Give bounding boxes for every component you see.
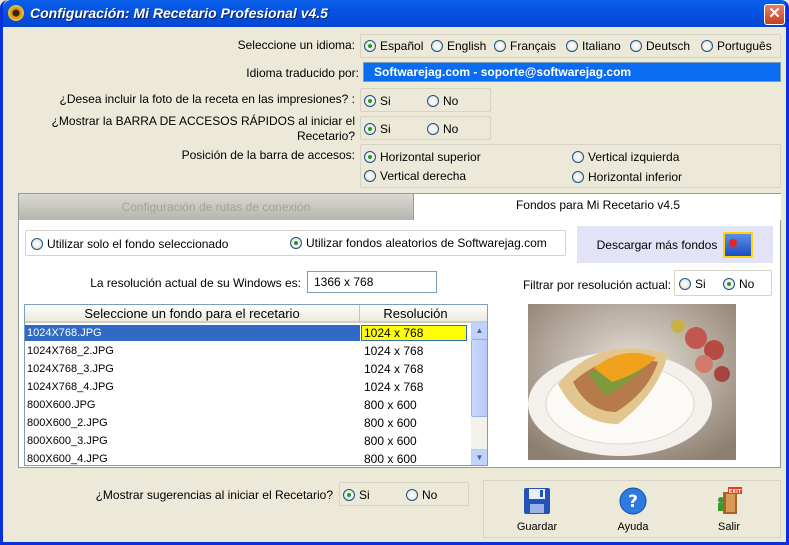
radio-hz-bottom-icon — [572, 171, 584, 183]
language-option-en[interactable]: English — [431, 39, 486, 53]
table-row[interactable]: 1024X768_2.JPG 1024 x 768 — [25, 342, 471, 360]
download-backgrounds-button[interactable]: Descargar más fondos — [577, 226, 773, 263]
suggestions-yes[interactable]: Si — [343, 488, 370, 502]
column-header-resolution[interactable]: Resolución — [360, 305, 471, 323]
resolution-label: La resolución actual de su Windows es: — [90, 276, 301, 290]
radio-quickbar-yes-icon — [364, 123, 376, 135]
app-sun-icon — [8, 5, 24, 21]
radio-en-icon — [431, 40, 443, 52]
quick-bar-label-line1: ¿Mostrar la BARRA DE ACCESOS RÁPIDOS al … — [51, 114, 355, 128]
floppy-disk-icon — [524, 488, 550, 514]
table-row[interactable]: 800X600_2.JPG 800 x 600 — [25, 414, 471, 432]
radio-filter-yes-icon — [679, 278, 691, 290]
help-button[interactable]: ? Ayuda — [601, 486, 665, 536]
radio-sugg-no-icon — [406, 489, 418, 501]
bar-position-vertical-right[interactable]: Vertical derecha — [364, 169, 466, 183]
filter-yes[interactable]: Si — [679, 277, 706, 291]
radio-photo-yes-icon — [364, 95, 376, 107]
radio-bg-random-icon — [290, 237, 302, 249]
suggestions-no[interactable]: No — [406, 488, 437, 502]
bar-position-horizontal-bottom[interactable]: Horizontal inferior — [572, 170, 682, 184]
table-row[interactable]: 1024X768.JPG 1024 x 768 — [25, 324, 471, 342]
svg-text:?: ? — [628, 492, 638, 512]
radio-fr-icon — [494, 40, 506, 52]
filter-no[interactable]: No — [723, 277, 754, 291]
scroll-down-icon[interactable]: ▼ — [471, 449, 487, 465]
quick-bar-no[interactable]: No — [427, 122, 458, 136]
language-option-fr[interactable]: Français — [494, 39, 556, 53]
bar-position-vertical-left[interactable]: Vertical izquierda — [572, 150, 679, 164]
table-row[interactable]: 800X600.JPG 800 x 600 — [25, 396, 471, 414]
radio-photo-no-icon — [427, 95, 439, 107]
radio-hz-top-icon — [364, 151, 376, 163]
radio-vt-right-icon — [364, 170, 376, 182]
save-label: Guardar — [516, 521, 558, 533]
translated-by-label: Idioma traducido por: — [246, 66, 359, 80]
help-label: Ayuda — [617, 521, 649, 533]
radio-sugg-yes-icon — [343, 489, 355, 501]
close-button[interactable]: ✕ — [764, 4, 785, 25]
column-header-name[interactable]: Seleccione un fondo para el recetario — [25, 305, 360, 323]
save-button[interactable]: Guardar — [505, 486, 569, 536]
background-preview-image — [528, 304, 736, 460]
radio-es-icon — [364, 40, 376, 52]
table-row[interactable]: 1024X768_4.JPG 1024 x 768 — [25, 378, 471, 396]
radio-it-icon — [566, 40, 578, 52]
language-label: Seleccione un idioma: — [237, 38, 355, 52]
column-header-spacer — [471, 305, 487, 323]
bg-mode-selected-only[interactable]: Utilizar solo el fondo seleccionado — [31, 237, 228, 251]
bg-mode-random[interactable]: Utilizar fondos aleatorios de Softwareja… — [290, 236, 547, 250]
tab-backgrounds[interactable]: Fondos para Mi Recetario v4.5 — [415, 194, 781, 220]
window-title: Configuración: Mi Recetario Profesional … — [30, 5, 328, 21]
quick-bar-label-line2: Recetario? — [296, 129, 355, 143]
translated-by-field: Softwarejag.com - soporte@softwarejag.co… — [363, 62, 781, 82]
download-backgrounds-icon — [723, 231, 754, 258]
radio-bg-selected-icon — [31, 238, 43, 250]
resolution-field[interactable]: 1366 x 768 — [307, 271, 437, 293]
download-backgrounds-label: Descargar más fondos — [596, 237, 718, 252]
exit-button[interactable]: EXIT Salir — [697, 486, 761, 536]
language-option-pt[interactable]: Português — [701, 39, 772, 53]
suggestions-label: ¿Mostrar sugerencias al iniciar el Recet… — [95, 488, 333, 502]
exit-label: Salir — [717, 521, 740, 533]
include-photo-label: ¿Desea incluir la foto de la receta en l… — [59, 92, 355, 106]
radio-pt-icon — [701, 40, 713, 52]
table-scrollbar[interactable]: ▲ ▼ — [471, 322, 487, 465]
language-option-es[interactable]: Español — [364, 39, 423, 53]
language-option-de[interactable]: Deutsch — [630, 39, 690, 53]
filter-label: Filtrar por resolución actual: — [522, 278, 671, 292]
help-question-icon: ? — [619, 487, 647, 515]
scroll-thumb[interactable] — [471, 339, 487, 417]
backgrounds-table[interactable]: Seleccione un fondo para el recetario Re… — [24, 304, 488, 466]
radio-quickbar-no-icon — [427, 123, 439, 135]
title-bar[interactable]: Configuración: Mi Recetario Profesional … — [3, 0, 786, 27]
radio-vt-left-icon — [572, 151, 584, 163]
svg-text:EXIT: EXIT — [729, 489, 742, 495]
include-photo-no[interactable]: No — [427, 94, 458, 108]
tab-connection-paths[interactable]: Configuración de rutas de conexión — [19, 194, 414, 220]
bar-position-horizontal-top[interactable]: Horizontal superior — [364, 150, 481, 164]
bar-position-label: Posición de la barra de accesos: — [181, 148, 355, 162]
language-option-it[interactable]: Italiano — [566, 39, 621, 53]
table-row[interactable]: 800X600_3.JPG 800 x 600 — [25, 432, 471, 450]
include-photo-yes[interactable]: Si — [364, 94, 391, 108]
radio-de-icon — [630, 40, 642, 52]
radio-filter-no-icon — [723, 278, 735, 290]
exit-door-icon: EXIT — [718, 487, 742, 514]
config-window: Configuración: Mi Recetario Profesional … — [0, 0, 789, 545]
scroll-up-icon[interactable]: ▲ — [471, 322, 487, 339]
table-row[interactable]: 1024X768_3.JPG 1024 x 768 — [25, 360, 471, 378]
table-row[interactable]: 800X600_4.JPG 800 x 600 — [25, 450, 471, 465]
quick-bar-yes[interactable]: Si — [364, 122, 391, 136]
